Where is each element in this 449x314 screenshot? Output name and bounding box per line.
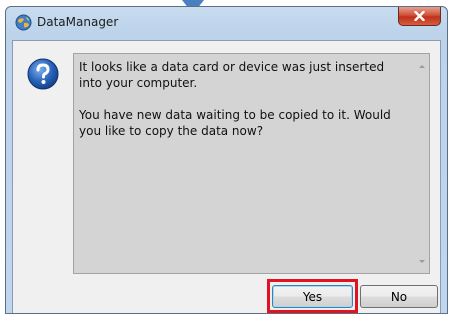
message-line-1: It looks like a data card or device was … bbox=[79, 60, 385, 90]
message-textbox[interactable]: It looks like a data card or device was … bbox=[73, 53, 430, 274]
dialog-client-area: It looks like a data card or device was … bbox=[12, 40, 441, 313]
question-icon bbox=[27, 58, 59, 90]
scroll-up-arrow-icon[interactable] bbox=[419, 65, 425, 68]
app-icon bbox=[15, 14, 32, 31]
title-bar[interactable]: DataManager bbox=[6, 7, 447, 37]
scroll-down-arrow-icon[interactable] bbox=[419, 260, 425, 263]
window-title: DataManager bbox=[37, 15, 119, 29]
message-text: It looks like a data card or device was … bbox=[79, 59, 404, 155]
close-button[interactable] bbox=[398, 7, 441, 26]
yes-button[interactable]: Yes bbox=[272, 285, 353, 308]
dialog-window: DataManager It looks like a data card or… bbox=[5, 6, 448, 314]
no-button[interactable]: No bbox=[360, 285, 438, 308]
close-icon bbox=[414, 11, 425, 21]
message-line-2: You have new data waiting to be copied t… bbox=[79, 108, 391, 138]
